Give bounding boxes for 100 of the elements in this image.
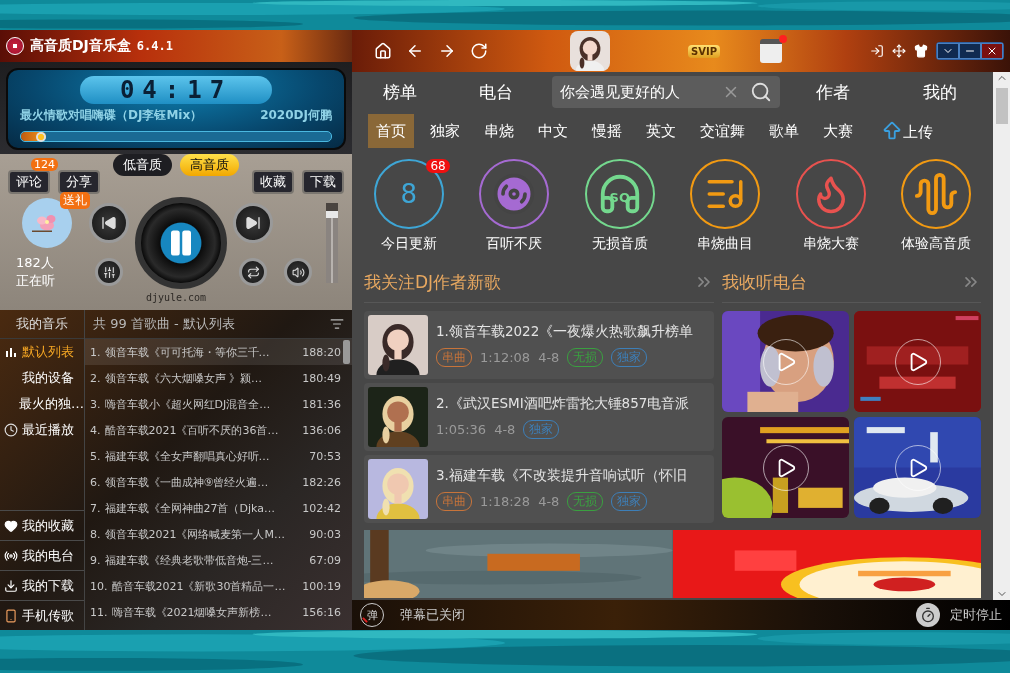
nav-tab[interactable]: 我的 bbox=[886, 79, 993, 105]
equalizer-icon bbox=[102, 265, 116, 279]
timer-icon bbox=[920, 607, 936, 623]
refresh-icon[interactable] bbox=[470, 42, 488, 60]
song-meta: 4-8 bbox=[538, 494, 560, 509]
list-menu-icon[interactable] bbox=[330, 317, 344, 331]
equalizer-button[interactable] bbox=[95, 258, 123, 286]
scrollbar[interactable] bbox=[993, 72, 1010, 600]
close-icon bbox=[986, 45, 998, 57]
song-row[interactable]: 6. 领音车载《一曲成神⑨曾经火遍… 182:26 bbox=[85, 469, 352, 495]
song-title: 领音车载《一曲成神⑨曾经火遍… bbox=[104, 474, 270, 490]
song-row[interactable]: 4. 酷音车载2021《百听不厌的36首… 136:06 bbox=[85, 417, 352, 443]
song-duration: 102:42 bbox=[302, 501, 341, 515]
feature-button[interactable]: 百听不厌 bbox=[479, 159, 550, 253]
sidebar-item[interactable]: 默认列表 bbox=[0, 339, 84, 365]
search-icon[interactable] bbox=[750, 81, 772, 103]
listening-label: 正在听 bbox=[16, 272, 55, 290]
song-row[interactable]: 11. 嗨音车载《2021烟嗓女声新榜… 156:16 bbox=[85, 599, 352, 625]
app-title: 高音质DJ音乐盒 bbox=[30, 37, 131, 55]
vip-badge[interactable]: SVIP bbox=[688, 44, 720, 58]
feature-button[interactable]: 体验高音质 bbox=[901, 159, 972, 253]
feature-button[interactable]: 串烧曲目 bbox=[690, 159, 761, 253]
song-row[interactable]: 7. 福建车载《全网神曲27首（Djka… 102:42 bbox=[85, 495, 352, 521]
mini-mode-icon[interactable] bbox=[870, 44, 884, 58]
song-index: 4. bbox=[90, 423, 101, 437]
action-button[interactable]: 下载 bbox=[302, 170, 344, 194]
next-icon bbox=[245, 215, 261, 231]
forward-icon[interactable] bbox=[438, 42, 456, 60]
song-duration: 67:09 bbox=[309, 553, 341, 567]
song-index: 3. bbox=[90, 397, 101, 411]
count-badge: 68 bbox=[426, 159, 450, 173]
heart-icon bbox=[4, 518, 18, 533]
song-row[interactable]: 8. 领音车载2021《网络喊麦第一人M… 90:03 bbox=[85, 521, 352, 547]
sidebar-title: 我的音乐 bbox=[16, 315, 68, 333]
song-index: 9. bbox=[90, 553, 101, 567]
feature-button[interactable]: 串烧大赛 bbox=[795, 159, 866, 253]
nav-tab[interactable]: 电台 bbox=[448, 79, 544, 105]
song-title: 领音车载《六大烟嗓女声 》颍… bbox=[104, 370, 263, 386]
speaker-icon bbox=[291, 265, 305, 279]
upload-button[interactable]: 上传 bbox=[881, 120, 933, 142]
nav-tab[interactable]: 榜单 bbox=[352, 79, 448, 105]
close-button[interactable] bbox=[981, 43, 1003, 59]
sidebar-link[interactable]: 我的电台 bbox=[0, 540, 84, 570]
sidebar-item[interactable]: 最近播放 bbox=[0, 417, 84, 443]
repeat-button[interactable] bbox=[239, 258, 267, 286]
sidebar-link[interactable]: 我的收藏 bbox=[0, 510, 84, 540]
song-duration: 181:36 bbox=[302, 397, 341, 411]
song-title: 酷音车载2021《百听不厌的36首… bbox=[104, 422, 280, 438]
move-icon[interactable] bbox=[892, 44, 906, 58]
nav-tab[interactable]: 作者 bbox=[780, 79, 887, 105]
previous-button[interactable] bbox=[89, 203, 129, 243]
song-title: 福建车载《经典老歌带低音炮-三… bbox=[104, 552, 275, 568]
song-row[interactable]: 1. 领音车载《可可托海・等你三千… 188:20 bbox=[85, 339, 352, 365]
scrollbar-thumb[interactable] bbox=[343, 340, 350, 364]
sidebar-item[interactable]: 我的设备 bbox=[0, 365, 84, 391]
skin-icon[interactable] bbox=[914, 44, 928, 58]
song-card[interactable]: 1.领音车载2022《一夜爆火热歌飙升榜单 串曲 1:12:08 4-8 无损 独家 bbox=[364, 311, 714, 379]
minimize-button[interactable] bbox=[959, 43, 981, 59]
song-row[interactable]: 9. 福建车载《经典老歌带低音炮-三… 67:09 bbox=[85, 547, 352, 573]
search-field[interactable]: 你会遇见更好的人 bbox=[552, 76, 780, 108]
scrollbar-thumb[interactable] bbox=[995, 88, 1008, 124]
sidebar-item[interactable]: 最火的独… bbox=[0, 391, 84, 417]
category-tab[interactable]: 串烧 bbox=[476, 114, 522, 148]
home-icon[interactable] bbox=[374, 42, 392, 60]
action-button[interactable]: 分享 bbox=[58, 170, 100, 194]
song-duration: 188:20 bbox=[302, 345, 341, 359]
category-tab[interactable]: 交谊舞 bbox=[692, 114, 753, 148]
category-tab[interactable]: 中文 bbox=[530, 114, 576, 148]
volume-button[interactable] bbox=[284, 258, 312, 286]
song-index: 11. bbox=[90, 605, 108, 619]
category-tab[interactable]: 歌单 bbox=[761, 114, 807, 148]
action-button[interactable]: 收藏 bbox=[252, 170, 294, 194]
danmaku-status: 弹幕已关闭 bbox=[400, 606, 465, 624]
song-title: 福建车载《全网神曲27首（Djka… bbox=[104, 500, 276, 516]
back-icon[interactable] bbox=[406, 42, 424, 60]
song-row[interactable]: 5. 福建车载《全女声翻唱真心好听… 70:53 bbox=[85, 443, 352, 469]
progress-thumb[interactable] bbox=[35, 132, 46, 142]
song-tag: 独家 bbox=[611, 348, 648, 367]
song-row[interactable]: 10. 酷音车载2021《新歌30首精品一… 100:19 bbox=[85, 573, 352, 599]
song-card[interactable]: 2.《武汉ESMI酒吧炸雷抡大锤857电音派 1:05:36 4-8 独家 bbox=[364, 383, 714, 451]
repeat-icon bbox=[246, 265, 260, 279]
next-button[interactable] bbox=[233, 203, 273, 243]
action-button[interactable]: 评论 bbox=[8, 170, 50, 194]
song-card[interactable]: 3.福建车载《不改装提升音响试听（怀旧 串曲 1:18:28 4-8 无损 独家 bbox=[364, 455, 714, 523]
song-row[interactable]: 2. 领音车载《六大烟嗓女声 》颍… 180:49 bbox=[85, 365, 352, 391]
song-title: 2.《武汉ESMI酒吧炸雷抡大锤857电音派 bbox=[436, 395, 690, 413]
timer-button[interactable] bbox=[916, 603, 940, 627]
quality-button[interactable]: 低音质 bbox=[113, 154, 172, 176]
quality-button[interactable]: 高音质 bbox=[180, 154, 239, 176]
category-tab[interactable]: 独家 bbox=[422, 114, 468, 148]
menu-button[interactable] bbox=[937, 43, 959, 59]
category-tab[interactable]: 首页 bbox=[368, 114, 414, 148]
sidebar-link[interactable]: 我的下载 bbox=[0, 570, 84, 600]
category-tab[interactable]: 慢摇 bbox=[584, 114, 630, 148]
count-badge: 124 bbox=[31, 158, 58, 171]
category-tab[interactable]: 英文 bbox=[638, 114, 684, 148]
category-tab[interactable]: 大赛 bbox=[815, 114, 861, 148]
wallet-icon[interactable] bbox=[760, 39, 782, 63]
progress-track[interactable] bbox=[20, 131, 332, 142]
song-row[interactable]: 3. 嗨音车载小《超火网红DJ混音全… 181:36 bbox=[85, 391, 352, 417]
